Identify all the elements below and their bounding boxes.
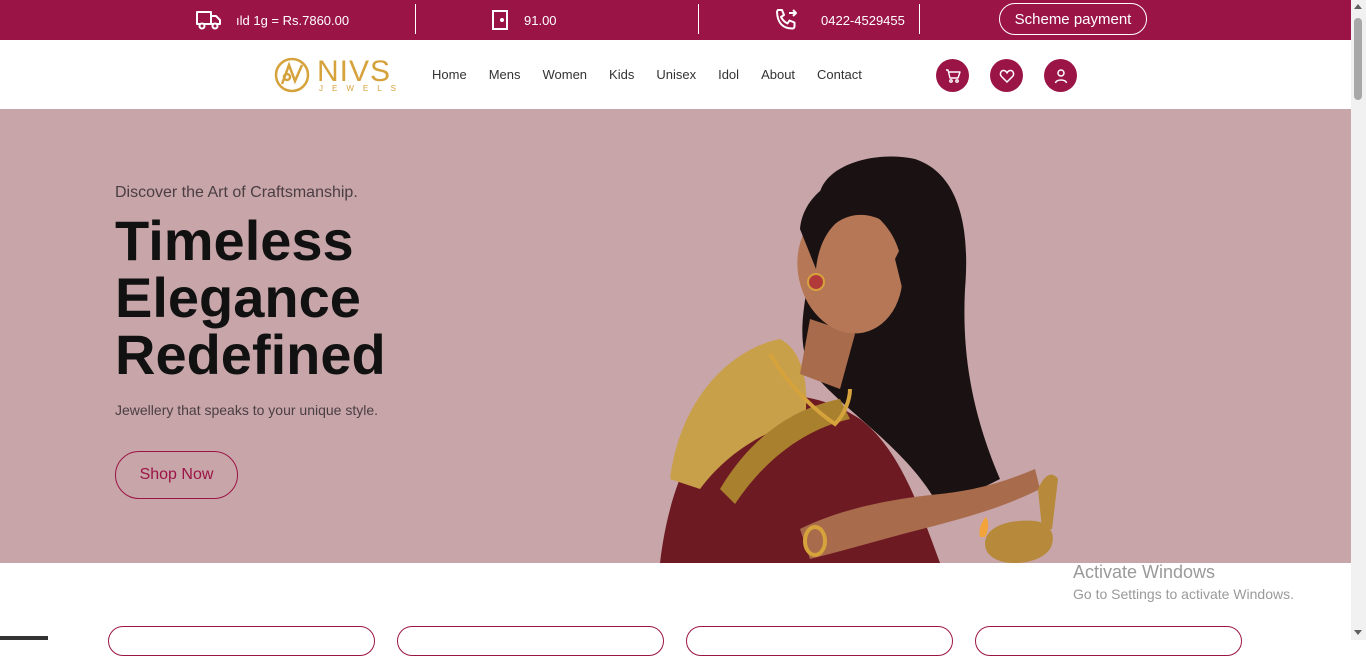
hero-title-line: Timeless bbox=[115, 209, 354, 272]
scroll-up-arrow-icon[interactable] bbox=[1354, 4, 1362, 9]
gold-rate-item: ıld 1g = Rs.7860.00 bbox=[196, 0, 349, 40]
vertical-scrollbar[interactable] bbox=[1351, 0, 1366, 640]
category-card[interactable] bbox=[397, 626, 664, 656]
scroll-down-arrow-icon[interactable] bbox=[1354, 630, 1362, 635]
top-bar: ıld 1g = Rs.7860.00 91.00 0422-4529455 S… bbox=[0, 0, 1351, 40]
watermark-subtitle: Go to Settings to activate Windows. bbox=[1073, 586, 1294, 602]
cart-button[interactable] bbox=[936, 59, 969, 92]
phone-number[interactable]: 0422-4529455 bbox=[821, 13, 905, 28]
shop-now-button[interactable]: Shop Now bbox=[115, 451, 238, 499]
logo-emblem-icon bbox=[274, 57, 310, 93]
silver-rate-item: 91.00 bbox=[492, 0, 557, 40]
logo-subtext: JEWELS bbox=[319, 84, 406, 93]
hero-subtitle: Jewellery that speaks to your unique sty… bbox=[115, 402, 379, 418]
category-card[interactable] bbox=[975, 626, 1242, 656]
hero-kicker: Discover the Art of Craftsmanship. bbox=[115, 184, 358, 201]
phone-forward-icon bbox=[773, 7, 799, 33]
nav-kids[interactable]: Kids bbox=[609, 67, 634, 82]
hero-title-line: Redefined bbox=[115, 323, 386, 386]
category-card[interactable] bbox=[686, 626, 953, 656]
nav-unisex[interactable]: Unisex bbox=[656, 67, 696, 82]
gold-rate-text: ıld 1g = Rs.7860.00 bbox=[236, 12, 350, 28]
hero-title-line: Elegance bbox=[115, 266, 361, 329]
user-icon bbox=[1054, 68, 1067, 83]
cart-icon bbox=[945, 68, 961, 83]
door-icon bbox=[492, 10, 508, 30]
nav-home[interactable]: Home bbox=[432, 67, 467, 82]
main-nav: Home Mens Women Kids Unisex Idol About C… bbox=[432, 40, 884, 109]
silver-rate-text: 91.00 bbox=[524, 12, 557, 28]
account-button[interactable] bbox=[1044, 59, 1077, 92]
nav-about[interactable]: About bbox=[761, 67, 795, 82]
hero-banner: Discover the Art of Craftsmanship. Timel… bbox=[0, 109, 1351, 563]
scrollbar-thumb[interactable] bbox=[1354, 18, 1362, 100]
taskbar-edge bbox=[0, 636, 48, 640]
divider bbox=[698, 4, 699, 34]
header: NIVS JEWELS Home Mens Women Kids Unisex … bbox=[0, 40, 1351, 109]
divider bbox=[415, 4, 416, 34]
hero-model-image bbox=[660, 156, 1058, 563]
phone-item[interactable]: 0422-4529455 bbox=[773, 0, 905, 40]
nav-mens[interactable]: Mens bbox=[489, 67, 521, 82]
truck-icon bbox=[196, 9, 222, 31]
nav-women[interactable]: Women bbox=[542, 67, 587, 82]
logo[interactable]: NIVS JEWELS bbox=[273, 54, 396, 96]
nav-idol[interactable]: Idol bbox=[718, 67, 739, 82]
category-card[interactable] bbox=[108, 626, 375, 656]
watermark-title: Activate Windows bbox=[1073, 562, 1216, 582]
nav-contact[interactable]: Contact bbox=[817, 67, 862, 82]
scheme-payment-button[interactable]: Scheme payment bbox=[999, 3, 1147, 35]
wishlist-button[interactable] bbox=[990, 59, 1023, 92]
hero-title: Timeless Elegance Redefined bbox=[115, 212, 386, 383]
heart-icon bbox=[999, 69, 1014, 83]
divider bbox=[919, 4, 920, 34]
windows-activation-watermark: Activate Windows Go to Settings to activ… bbox=[1073, 562, 1294, 602]
